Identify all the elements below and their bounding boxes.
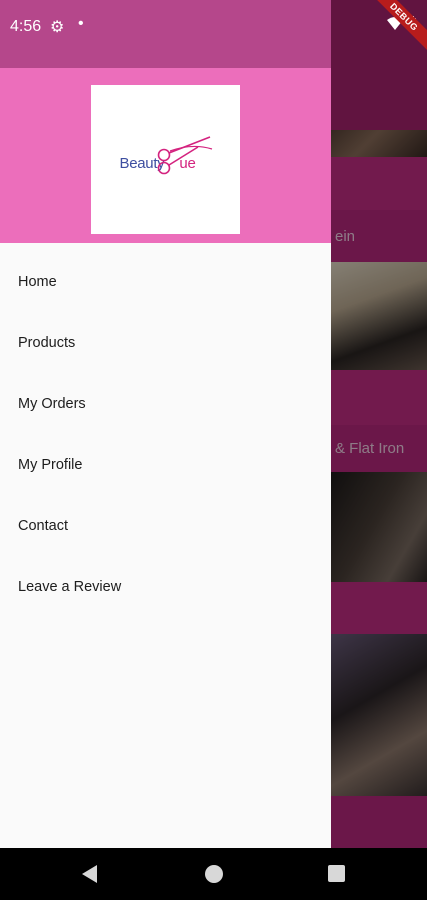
menu-item-contact[interactable]: Contact (0, 495, 331, 556)
drawer-menu: Home Products My Orders My Profile Conta… (0, 251, 331, 617)
status-bar: 4:56 ⚙ • (0, 0, 427, 56)
drawer-header: Beauty ue (0, 68, 331, 243)
gear-icon: ⚙ (50, 19, 65, 36)
system-navigation-bar (0, 848, 427, 900)
menu-item-my-profile[interactable]: My Profile (0, 434, 331, 495)
menu-item-leave-review[interactable]: Leave a Review (0, 556, 331, 617)
status-time: 4:56 (10, 18, 42, 35)
logo-card: Beauty ue (91, 85, 240, 234)
menu-item-home[interactable]: Home (0, 251, 331, 312)
menu-item-my-orders[interactable]: My Orders (0, 373, 331, 434)
navigation-drawer: Beauty ue Home Products My Orders My Prof… (0, 0, 331, 848)
back-icon[interactable] (82, 865, 97, 883)
home-icon[interactable] (205, 865, 223, 883)
menu-item-products[interactable]: Products (0, 312, 331, 373)
recents-icon[interactable] (328, 865, 345, 882)
notification-dot-icon: • (78, 15, 84, 32)
brand-logo: Beauty ue (116, 135, 216, 185)
scissors-icon (157, 135, 212, 174)
